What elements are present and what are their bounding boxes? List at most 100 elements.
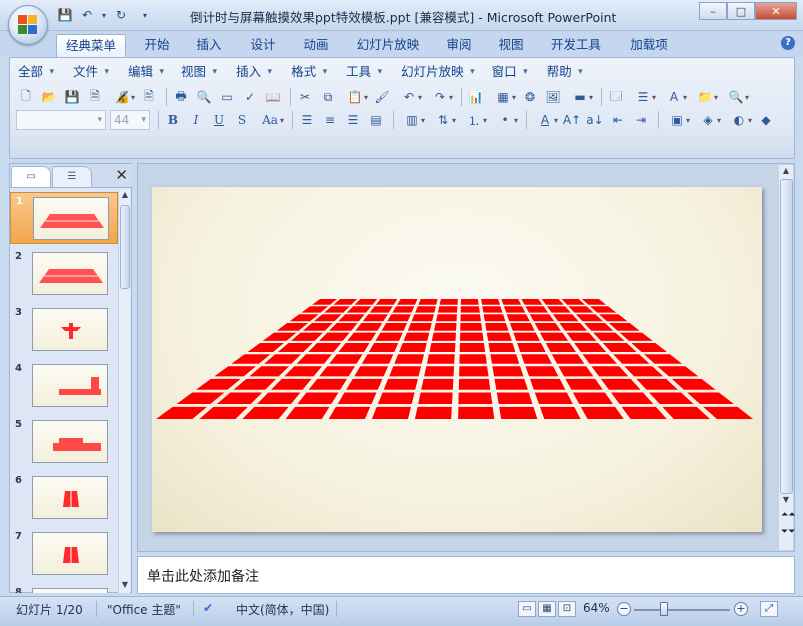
menu-view[interactable]: 视图 bbox=[181, 63, 220, 83]
insert-chart-icon[interactable]: 📊 bbox=[466, 87, 486, 107]
save-icon[interactable]: 💾 bbox=[62, 87, 82, 107]
slide-thumbnail[interactable]: 3 bbox=[10, 304, 118, 356]
redo-icon[interactable]: ↷ bbox=[426, 87, 454, 107]
slide-thumbnail[interactable]: 1 bbox=[10, 192, 118, 244]
menu-edit[interactable]: 编辑 bbox=[128, 63, 167, 83]
increase-indent-icon[interactable]: ⇥ bbox=[631, 110, 651, 130]
open-icon[interactable]: 📁 bbox=[691, 87, 719, 107]
print-preview-icon[interactable]: 🔍 bbox=[194, 87, 214, 107]
next-slide-icon[interactable]: ⏷⏷ bbox=[781, 527, 795, 537]
slide-thumbnail[interactable]: 4 bbox=[10, 360, 118, 412]
align-left-icon[interactable]: ☰ bbox=[297, 110, 317, 130]
scroll-up-icon[interactable]: ▲ bbox=[781, 166, 791, 178]
office-button[interactable] bbox=[8, 5, 48, 45]
save-icon[interactable]: 💾 bbox=[56, 6, 74, 24]
slide-thumbnail[interactable]: 5 bbox=[10, 416, 118, 468]
italic-button[interactable]: I bbox=[186, 110, 206, 130]
permission-icon[interactable]: 🔏 bbox=[108, 87, 136, 107]
font-name-combo[interactable] bbox=[16, 110, 106, 130]
tab-animation[interactable]: 动画 bbox=[297, 34, 335, 57]
fit-to-window-icon[interactable]: ⤢ bbox=[760, 601, 778, 617]
tab-design[interactable]: 设计 bbox=[244, 34, 282, 57]
scroll-thumb[interactable] bbox=[780, 179, 793, 494]
change-case-button[interactable]: Aa bbox=[255, 110, 285, 130]
text-box-icon[interactable]: A bbox=[660, 87, 688, 107]
scroll-up-icon[interactable]: ▲ bbox=[120, 190, 130, 202]
tab-home[interactable]: 开始 bbox=[138, 34, 176, 57]
slide-sorter-button[interactable]: ▦ bbox=[538, 601, 556, 617]
notes-pane[interactable]: 单击此处添加备注 bbox=[137, 556, 795, 594]
help-icon[interactable]: ? bbox=[781, 36, 795, 50]
panel-close-icon[interactable]: ✕ bbox=[115, 166, 128, 184]
insert-line-icon[interactable]: ▬ bbox=[566, 87, 594, 107]
cut-icon[interactable]: ✂ bbox=[295, 87, 315, 107]
tab-slides[interactable]: ▭ bbox=[11, 166, 51, 187]
align-center-icon[interactable]: ≡ bbox=[320, 110, 340, 130]
menu-slideshow[interactable]: 幻灯片放映 bbox=[401, 63, 478, 83]
shapes-icon[interactable]: ◈ bbox=[694, 110, 722, 130]
font-color-icon[interactable]: A bbox=[531, 110, 559, 130]
shrink-font-icon[interactable]: a↓ bbox=[585, 110, 605, 130]
language-indicator[interactable]: 中文(简体，中国) bbox=[236, 601, 329, 618]
justify-icon[interactable]: ▤ bbox=[366, 110, 386, 130]
fill-icon[interactable]: ◆ bbox=[756, 110, 776, 130]
shadow-button[interactable]: S bbox=[232, 110, 252, 130]
paste-icon[interactable]: 📋 bbox=[341, 87, 369, 107]
decrease-indent-icon[interactable]: ⇤ bbox=[608, 110, 628, 130]
scroll-down-icon[interactable]: ▼ bbox=[781, 495, 791, 507]
spell-check-icon[interactable]: ✔ bbox=[203, 601, 213, 615]
minimize-button[interactable]: – bbox=[699, 2, 727, 20]
redo-icon[interactable]: ↻ bbox=[112, 6, 130, 24]
dropdown-icon[interactable]: ▾ bbox=[100, 6, 108, 24]
copy-icon[interactable]: ⧉ bbox=[318, 87, 338, 107]
font-size-combo[interactable]: 44 bbox=[110, 110, 150, 130]
thumbnail-scrollbar[interactable]: ▲ ▼ bbox=[118, 189, 130, 593]
tab-classic-menu[interactable]: 经典菜单 bbox=[56, 34, 126, 57]
close-button[interactable]: ✕ bbox=[755, 2, 797, 20]
menu-insert[interactable]: 插入 bbox=[236, 63, 275, 83]
layout-icon[interactable]: ☰ bbox=[629, 87, 657, 107]
slideshow-view-button[interactable]: ⊡ bbox=[558, 601, 576, 617]
undo-icon[interactable]: ↶ bbox=[78, 6, 96, 24]
previous-slide-icon[interactable]: ⏶⏶ bbox=[781, 510, 795, 520]
insert-clipart-icon[interactable]: ❂ bbox=[520, 87, 540, 107]
slide-thumbnail[interactable]: 2 bbox=[10, 248, 118, 300]
slide-thumbnail[interactable]: 7 bbox=[10, 528, 118, 580]
research-icon[interactable]: 📖 bbox=[263, 87, 283, 107]
tab-slideshow[interactable]: 幻灯片放映 bbox=[352, 34, 424, 57]
zoom-out-icon[interactable]: − bbox=[617, 602, 631, 616]
print-icon[interactable]: 🖶 bbox=[171, 87, 191, 107]
tab-outline[interactable]: ☰ bbox=[52, 166, 92, 187]
align-right-icon[interactable]: ☰ bbox=[343, 110, 363, 130]
bullets-icon[interactable]: • bbox=[491, 110, 519, 130]
page-setup-icon[interactable]: ▭ bbox=[217, 87, 237, 107]
underline-button[interactable]: U bbox=[209, 110, 229, 130]
new-slide-icon[interactable]: 🗔 bbox=[606, 87, 626, 107]
arrange-icon[interactable]: ▣ bbox=[663, 110, 691, 130]
open-folder-icon[interactable]: 📂 bbox=[39, 87, 59, 107]
zoom-percent[interactable]: 64% bbox=[583, 601, 610, 615]
grow-font-icon[interactable]: A↑ bbox=[562, 110, 582, 130]
text-direction-icon[interactable]: ⇅ bbox=[429, 110, 457, 130]
bold-button[interactable]: B bbox=[163, 110, 183, 130]
tab-addins[interactable]: 加载项 bbox=[624, 34, 674, 57]
menu-format[interactable]: 格式 bbox=[291, 63, 330, 83]
menu-all[interactable]: 全部 bbox=[18, 63, 57, 83]
tab-developer[interactable]: 开发工具 bbox=[546, 34, 606, 57]
insert-picture-icon[interactable]: 🖼 bbox=[543, 87, 563, 107]
numbering-icon[interactable]: ⒈ bbox=[460, 110, 488, 130]
spelling-icon[interactable]: ✓ bbox=[240, 87, 260, 107]
menu-tools[interactable]: 工具 bbox=[346, 63, 385, 83]
new-document-icon[interactable]: 🗋 bbox=[16, 87, 36, 107]
tab-insert[interactable]: 插入 bbox=[190, 34, 228, 57]
menu-file[interactable]: 文件 bbox=[73, 63, 112, 83]
tab-view[interactable]: 视图 bbox=[492, 34, 530, 57]
menu-help[interactable]: 帮助 bbox=[547, 63, 586, 83]
maximize-button[interactable]: □ bbox=[727, 2, 755, 20]
slide-thumbnail[interactable]: 6 bbox=[10, 472, 118, 524]
publish-icon[interactable]: 🖹 bbox=[139, 87, 159, 107]
menu-window[interactable]: 窗口 bbox=[492, 63, 531, 83]
tab-review[interactable]: 审阅 bbox=[440, 34, 478, 57]
normal-view-button[interactable]: ▭ bbox=[518, 601, 536, 617]
undo-icon[interactable]: ↶ bbox=[395, 87, 423, 107]
